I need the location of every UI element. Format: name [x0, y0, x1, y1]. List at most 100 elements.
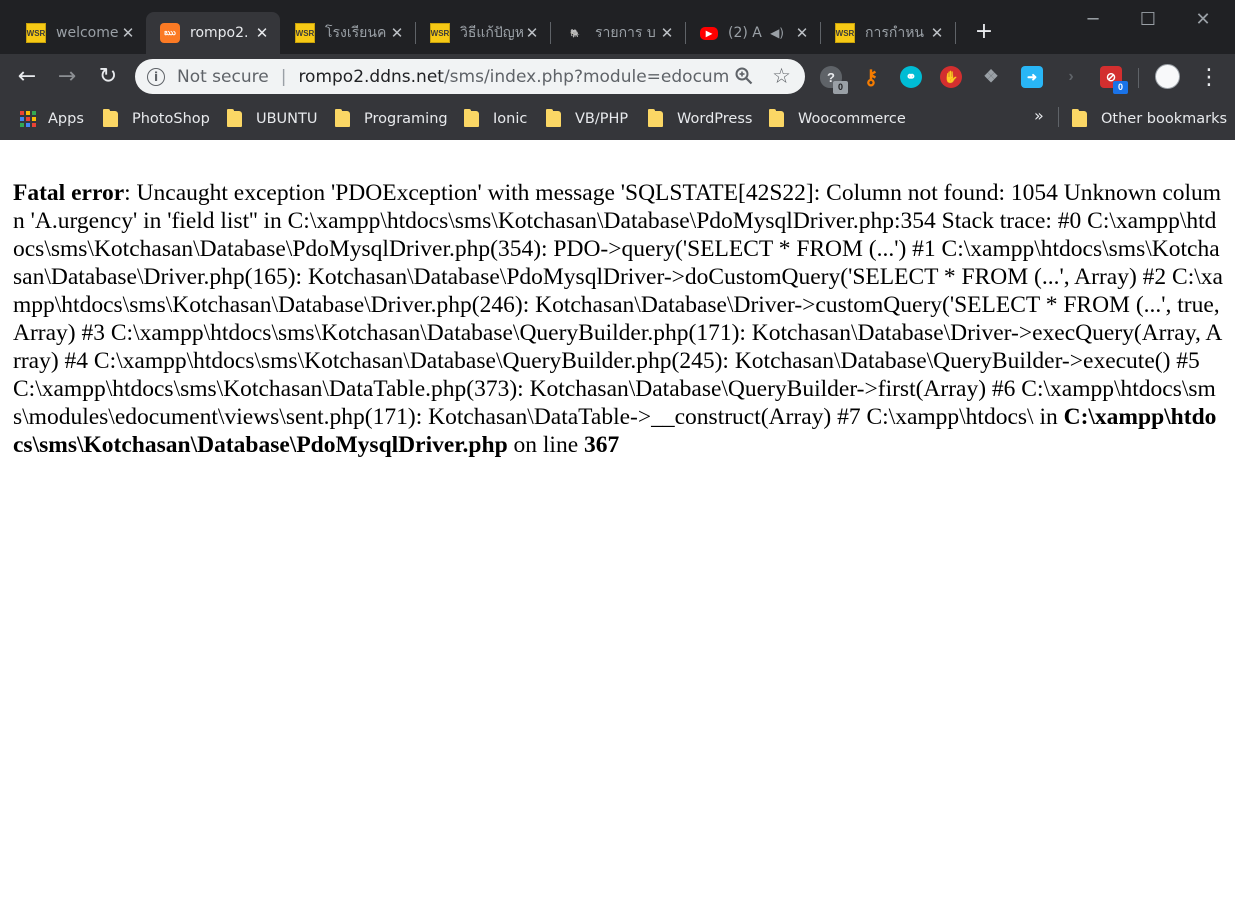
bookmark-ubuntu[interactable]: UBUNTU: [227, 108, 318, 130]
extension-badge: 0: [1113, 81, 1128, 94]
toolbar-divider: [1138, 68, 1139, 88]
tab-solution[interactable]: WSR วิธีแก้ปัญห ✕: [416, 12, 550, 54]
key-extension-icon[interactable]: ⚷: [860, 66, 882, 89]
xampp-icon: ఋ: [160, 23, 180, 43]
arrow-right-icon: →: [57, 64, 77, 89]
bookmark-programing[interactable]: Programing: [335, 108, 448, 130]
bookmark-label: WordPress: [677, 111, 753, 127]
bookmark-label: VB/PHP: [575, 111, 629, 127]
tab-title: โรงเรียนค: [325, 25, 387, 41]
maximize-button[interactable]: ☐: [1125, 8, 1171, 32]
stop-hand-extension-icon[interactable]: ✋: [940, 66, 962, 88]
bookmark-ionic[interactable]: Ionic: [464, 108, 527, 130]
tab-school[interactable]: WSR โรงเรียนค ✕: [281, 12, 415, 54]
tab-rompo2[interactable]: ఋ rompo2. ✕: [146, 12, 280, 54]
dropbox-extension-icon[interactable]: ❖: [980, 66, 1002, 88]
omnibox-separator: |: [280, 66, 287, 87]
bookmark-apps[interactable]: Apps: [20, 108, 84, 130]
info-icon[interactable]: i: [147, 67, 165, 86]
tab-title: (2) A: [728, 25, 762, 41]
reload-icon: ↻: [98, 64, 118, 89]
folder-icon: [335, 109, 350, 127]
tab-title: รายการ บ: [595, 25, 656, 41]
tab-youtube[interactable]: ▶ (2) A ◀) ✕: [686, 12, 820, 54]
url-path: /sms/index.php?module=edocumen...: [443, 66, 729, 87]
url-text[interactable]: rompo2.ddns.net/sms/index.php?module=edo…: [298, 67, 728, 87]
zoom-icon[interactable]: [735, 67, 753, 85]
url-host: rompo2.ddns.net: [298, 66, 444, 87]
apps-grid-icon: [20, 111, 36, 127]
new-tab-button[interactable]: +: [970, 18, 998, 46]
profile-avatar[interactable]: [1155, 64, 1180, 89]
in-text: in: [1033, 404, 1064, 430]
back-button[interactable]: ←: [13, 64, 41, 92]
tab-divider: [955, 22, 956, 44]
postgres-elephant-icon: 🐘: [570, 28, 580, 38]
chevron-extension-icon[interactable]: ›: [1060, 66, 1082, 88]
folder-icon: [1072, 109, 1087, 127]
tab-list[interactable]: 🐘 รายการ บ ✕: [551, 12, 685, 54]
youtube-icon: ▶: [700, 26, 718, 40]
tab-title: rompo2.: [190, 25, 249, 41]
wsr-icon: WSR: [295, 23, 315, 43]
tab-setting[interactable]: WSR การกำหน ✕: [821, 12, 955, 54]
forward-button[interactable]: →: [53, 64, 81, 92]
php-error-output: Fatal error: Uncaught exception 'PDOExce…: [13, 179, 1223, 459]
close-icon[interactable]: ✕: [254, 24, 270, 42]
bookmark-label: PhotoShop: [132, 111, 210, 127]
bookmark-label: Programing: [364, 111, 448, 127]
close-icon[interactable]: ✕: [389, 24, 405, 42]
wsr-icon: WSR: [430, 23, 450, 43]
folder-icon: [227, 109, 242, 127]
bookmark-vb-php[interactable]: VB/PHP: [546, 108, 628, 130]
shield-question-extension-icon[interactable]: ? 0: [820, 66, 848, 94]
wsr-icon: WSR: [26, 23, 46, 43]
bookmark-photoshop[interactable]: PhotoShop: [103, 108, 210, 130]
block-extension-icon[interactable]: ⊘ 0: [1100, 66, 1128, 94]
close-icon[interactable]: ✕: [659, 24, 675, 42]
speaker-icon[interactable]: ◀): [770, 26, 784, 40]
screen-share-extension-icon[interactable]: ➜: [1021, 66, 1043, 88]
folder-icon: [103, 109, 118, 127]
error-label: Fatal error: [13, 180, 125, 206]
arrow-left-icon: ←: [17, 64, 37, 89]
bookmark-label: Ionic: [493, 111, 528, 127]
menu-kebab-icon[interactable]: ⋮: [1198, 64, 1220, 92]
bookmark-label: Woocommerce: [798, 111, 906, 127]
bookmark-label: UBUNTU: [256, 111, 318, 127]
folder-icon: [769, 109, 784, 127]
toolbar: ← → ↻ i Not secure | rompo2.ddns.net/sms…: [0, 54, 1235, 100]
bookmarks-divider: [1058, 107, 1059, 127]
bookmark-wordpress[interactable]: WordPress: [648, 108, 752, 130]
share-extension-icon[interactable]: ⚭: [900, 66, 922, 88]
close-icon[interactable]: ✕: [929, 24, 945, 42]
tab-title: welcome: [56, 25, 119, 41]
other-bookmarks[interactable]: Other bookmarks: [1072, 108, 1227, 130]
bookmark-label: Apps: [48, 111, 84, 127]
close-icon[interactable]: ✕: [794, 24, 810, 42]
close-icon[interactable]: ✕: [524, 24, 540, 42]
browser-chrome: WSR welcome ✕ ఋ rompo2. ✕ WSR โรงเรียนค …: [0, 0, 1235, 140]
extension-badge: 0: [833, 81, 848, 94]
error-line: 367: [584, 432, 620, 458]
tab-title: การกำหน: [865, 25, 924, 41]
window-close-button[interactable]: ✕: [1180, 8, 1226, 32]
reload-button[interactable]: ↻: [94, 64, 122, 92]
folder-icon: [648, 109, 663, 127]
error-message: : Uncaught exception 'PDOException' with…: [13, 180, 1223, 430]
tab-title: วิธีแก้ปัญห: [460, 25, 524, 41]
bookmarks-bar: Apps PhotoShop UBUNTU Programing Ionic V…: [0, 100, 1235, 140]
bookmark-woocommerce[interactable]: Woocommerce: [769, 108, 906, 130]
folder-icon: [546, 109, 561, 127]
on-line-text: on line: [507, 432, 585, 458]
address-bar[interactable]: i Not secure | rompo2.ddns.net/sms/index…: [135, 59, 805, 94]
tab-strip: WSR welcome ✕ ఋ rompo2. ✕ WSR โรงเรียนค …: [0, 0, 1235, 54]
other-bookmarks-label: Other bookmarks: [1101, 111, 1228, 127]
tab-welcome[interactable]: WSR welcome ✕: [12, 12, 146, 54]
security-label[interactable]: Not secure: [177, 67, 269, 87]
minimize-button[interactable]: ─: [1070, 8, 1116, 32]
close-icon[interactable]: ✕: [120, 24, 136, 42]
wsr-icon: WSR: [835, 23, 855, 43]
bookmarks-overflow-button[interactable]: »: [1034, 106, 1044, 125]
bookmark-star-icon[interactable]: ☆: [772, 65, 791, 87]
